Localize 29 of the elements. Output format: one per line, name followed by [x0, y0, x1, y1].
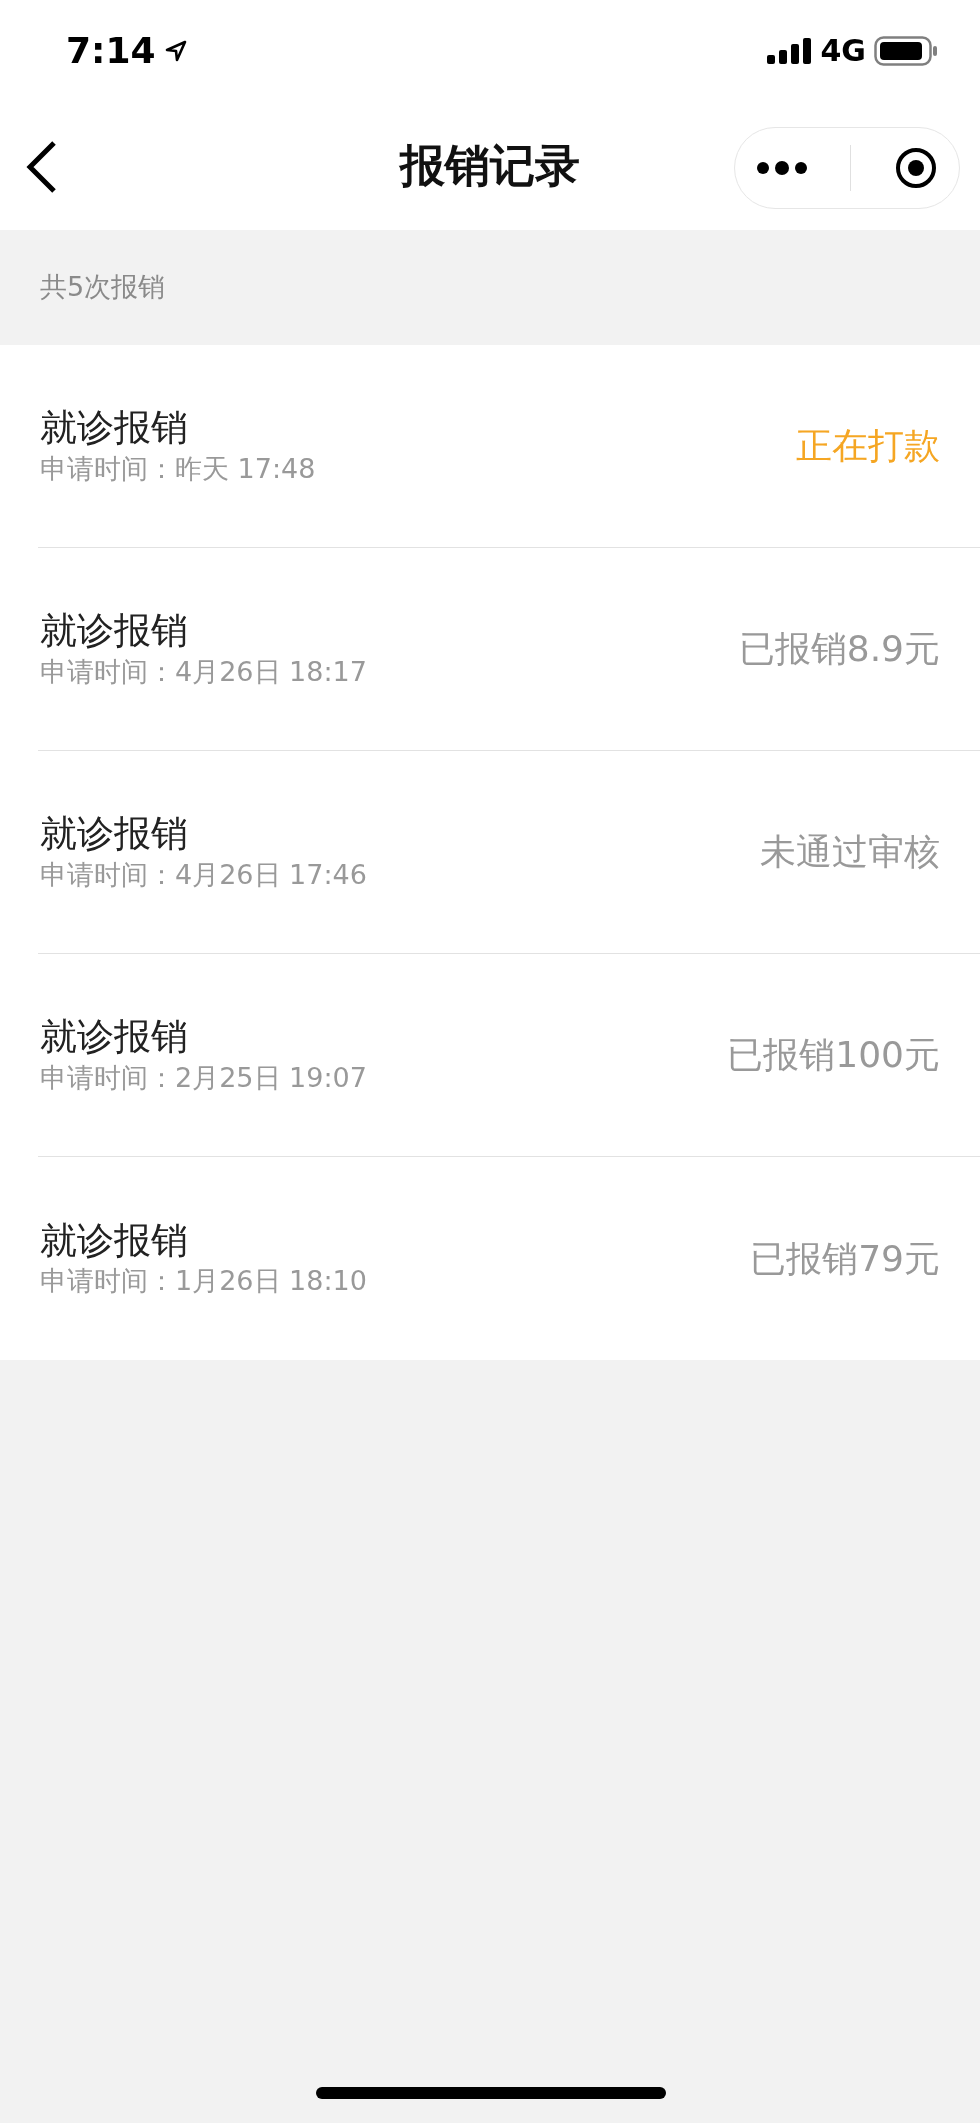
record-count: 共5次报销: [40, 270, 166, 305]
close-icon[interactable]: [893, 146, 938, 190]
record-item[interactable]: 就诊报销 申请时间：2月25日 19:07 已报销100元: [38, 954, 980, 1157]
record-status: 已报销79元: [750, 1236, 940, 1281]
record-status: 未通过审核: [760, 830, 940, 874]
record-status: 已报销100元: [727, 1033, 940, 1077]
record-title: 就诊报销: [40, 1218, 189, 1264]
apply-time: 申请时间：昨天 17:48: [40, 451, 316, 486]
signal-icon: [766, 37, 813, 64]
page-title: 报销记录: [400, 137, 580, 194]
apply-time: 申请时间：1月26日 18:10: [40, 1264, 367, 1299]
network-label: 4G: [820, 32, 866, 70]
record-title: 就诊报销: [40, 609, 189, 654]
record-item[interactable]: 就诊报销 申请时间：4月26日 17:46 未通过审核: [38, 751, 980, 954]
record-title: 就诊报销: [40, 1015, 189, 1060]
record-item[interactable]: 就诊报销 申请时间：昨天 17:48 正在打款: [38, 345, 980, 548]
apply-time: 申请时间：4月26日 17:46: [40, 857, 367, 892]
battery-icon: [874, 35, 938, 66]
status-time: 7:14: [66, 28, 156, 73]
record-title: 就诊报销: [40, 812, 189, 857]
record-item[interactable]: 就诊报销 申请时间：4月26日 18:17 已报销8.9元: [38, 548, 980, 751]
record-item[interactable]: 就诊报销 申请时间：1月26日 18:10 已报销79元: [38, 1157, 980, 1360]
apply-time: 申请时间：4月26日 18:17: [40, 654, 367, 689]
record-title: 就诊报销: [40, 406, 189, 451]
more-icon[interactable]: [756, 161, 809, 175]
apply-time: 申请时间：2月25日 19:07: [40, 1060, 367, 1095]
record-status: 正在打款: [796, 424, 940, 468]
location-arrow-icon: [163, 38, 188, 63]
record-status: 已报销8.9元: [738, 627, 940, 671]
